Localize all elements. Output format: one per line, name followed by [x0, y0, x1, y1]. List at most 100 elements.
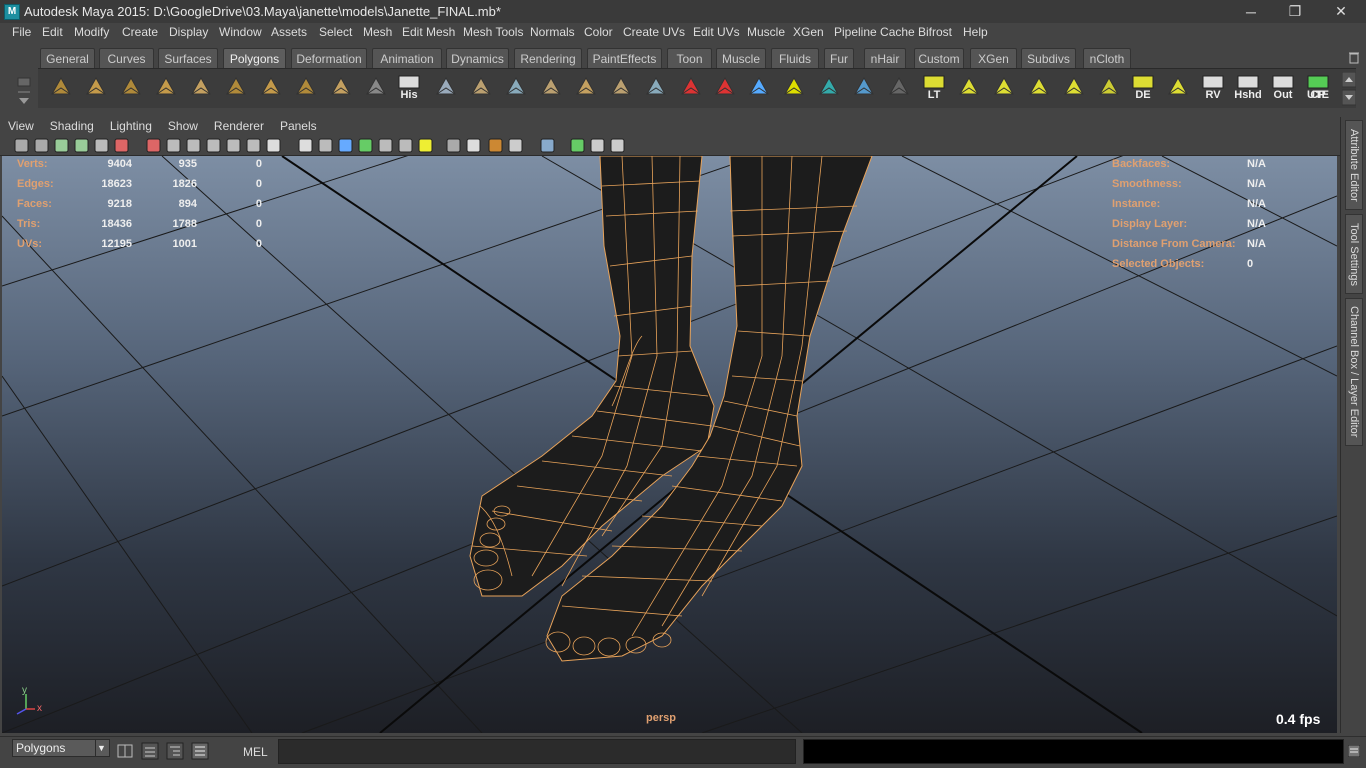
shelf-tab-animation[interactable]: Animation [372, 48, 442, 68]
poly-torus-icon[interactable] [221, 72, 251, 102]
shelf-tab-surfaces[interactable]: Surfaces [158, 48, 218, 68]
camera-attributes-icon[interactable] [34, 138, 49, 153]
poly-plane-icon[interactable] [186, 72, 216, 102]
shelf-collapse-handle[interactable] [14, 48, 34, 108]
menu-edit-mesh[interactable]: Edit Mesh [394, 25, 463, 39]
shelf-scroll-arrows[interactable] [1342, 72, 1356, 106]
menu-create-uvs[interactable]: Create UVs [615, 25, 693, 39]
resolution-gate-icon[interactable] [146, 138, 161, 153]
panel-menu-panels[interactable]: Panels [272, 119, 325, 133]
poly-pyramid-icon[interactable] [256, 72, 286, 102]
out-icon[interactable]: Out [1268, 72, 1298, 102]
shadows-icon[interactable] [418, 138, 433, 153]
panel-menu-shading[interactable]: Shading [42, 119, 102, 133]
sculpt-icon[interactable] [710, 72, 740, 102]
menu-color[interactable]: Color [576, 25, 621, 39]
poly-sphere-icon[interactable] [46, 72, 76, 102]
uv-layout-icon[interactable] [1163, 72, 1193, 102]
image-plane-icon[interactable] [74, 138, 89, 153]
textured-icon[interactable] [338, 138, 353, 153]
uv-planar-icon[interactable] [954, 72, 984, 102]
uv-spherical-icon[interactable] [1024, 72, 1054, 102]
paint-icon[interactable] [744, 72, 774, 102]
smooth-icon[interactable] [361, 72, 391, 102]
motion-blur-icon[interactable] [466, 138, 481, 153]
menu-mesh-tools[interactable]: Mesh Tools [455, 25, 531, 39]
shelf-tab-fur[interactable]: Fur [824, 48, 854, 68]
xray-components-icon[interactable] [610, 138, 625, 153]
menu-set-selector[interactable]: Polygons ▼ [12, 739, 110, 757]
safe-action-icon[interactable] [186, 138, 201, 153]
bridge-icon[interactable] [501, 72, 531, 102]
extrude-icon[interactable] [431, 72, 461, 102]
shelf-tab-custom[interactable]: Custom [914, 48, 964, 68]
shelf-tab-deformation[interactable]: Deformation [291, 48, 367, 68]
xray-icon[interactable] [570, 138, 585, 153]
poly-cone-icon[interactable] [151, 72, 181, 102]
menu-select[interactable]: Select [311, 25, 360, 39]
menu-bifrost[interactable]: Bifrost [910, 25, 960, 39]
shelf-tab-polygons[interactable]: Polygons [223, 48, 286, 68]
select-camera-icon[interactable] [14, 138, 29, 153]
split-icon[interactable] [571, 72, 601, 102]
grid-icon[interactable] [779, 72, 809, 102]
shelf-tab-fluids[interactable]: Fluids [771, 48, 819, 68]
restore-button[interactable]: ❐ [1272, 0, 1318, 23]
merge-icon[interactable] [641, 72, 671, 102]
shaded-wireframe-icon[interactable] [378, 138, 393, 153]
script-editor-open-icon[interactable] [1348, 745, 1360, 757]
tab-tool-settings[interactable]: Tool Settings [1345, 214, 1363, 294]
text-toggle-icon[interactable] [246, 138, 261, 153]
grid-toggle-icon[interactable] [94, 138, 109, 153]
bevel-icon[interactable] [466, 72, 496, 102]
append-icon[interactable] [536, 72, 566, 102]
poly-cube-icon[interactable] [81, 72, 111, 102]
smooth-shade-icon[interactable] [298, 138, 313, 153]
menu-display[interactable]: Display [161, 25, 216, 39]
safe-title-icon[interactable] [206, 138, 221, 153]
offset-edge-icon[interactable] [676, 72, 706, 102]
tab-attribute-editor[interactable]: Attribute Editor [1345, 120, 1363, 210]
xray-joints-icon[interactable] [590, 138, 605, 153]
uv-cylindrical-icon[interactable] [989, 72, 1019, 102]
shelf-tab-toon[interactable]: Toon [667, 48, 712, 68]
lights-icon[interactable] [398, 138, 413, 153]
uv-editor-icon[interactable] [1094, 72, 1124, 102]
menu-normals[interactable]: Normals [522, 25, 583, 39]
shelf-tab-muscle[interactable]: Muscle [716, 48, 766, 68]
manipulator-icon[interactable] [814, 72, 844, 102]
panel-menu-renderer[interactable]: Renderer [206, 119, 272, 133]
persp-viewport[interactable]: y x Verts: 9404 935 0 Edges: 18623 1826 0 Faces:… [2, 156, 1337, 733]
shelf-tab-general[interactable]: General [40, 48, 95, 68]
menu-modify[interactable]: Modify [66, 25, 117, 39]
hshd-icon[interactable]: Hshd [1233, 72, 1263, 102]
shelf-tab-xgen[interactable]: XGen [970, 48, 1017, 68]
panel-menu-show[interactable]: Show [160, 119, 206, 133]
rv-icon[interactable]: RV [1198, 72, 1228, 102]
shelf-tab-rendering[interactable]: Rendering [514, 48, 582, 68]
panel-menu-lighting[interactable]: Lighting [102, 119, 160, 133]
de-icon[interactable]: DE [1128, 72, 1158, 102]
field-chart-icon[interactable] [166, 138, 181, 153]
uv-auto-icon[interactable] [1059, 72, 1089, 102]
insert-edge-loop-icon[interactable] [606, 72, 636, 102]
create-polygon-icon[interactable] [326, 72, 356, 102]
menu-help[interactable]: Help [955, 25, 996, 39]
shelf-tab-ncloth[interactable]: nCloth [1083, 48, 1131, 68]
poly-cylinder-icon[interactable] [116, 72, 146, 102]
isolate-select-icon[interactable] [540, 138, 555, 153]
poly-pipe-icon[interactable] [291, 72, 321, 102]
cp-icon[interactable]: CP [1303, 72, 1333, 102]
lt-icon[interactable]: LT [919, 72, 949, 102]
trash-icon[interactable] [1347, 50, 1361, 64]
dof-icon[interactable] [508, 138, 523, 153]
bookmark-icon[interactable] [54, 138, 69, 153]
menu-pipeline-cache[interactable]: Pipeline Cache [826, 25, 923, 39]
menu-create[interactable]: Create [114, 25, 166, 39]
history-icon[interactable]: His [394, 72, 424, 102]
wireframe-shade-icon[interactable] [266, 138, 281, 153]
menu-window[interactable]: Window [211, 25, 270, 39]
screen-space-ao-icon[interactable] [446, 138, 461, 153]
mel-command-input[interactable] [278, 739, 796, 764]
wireframe-icon[interactable] [226, 138, 241, 153]
